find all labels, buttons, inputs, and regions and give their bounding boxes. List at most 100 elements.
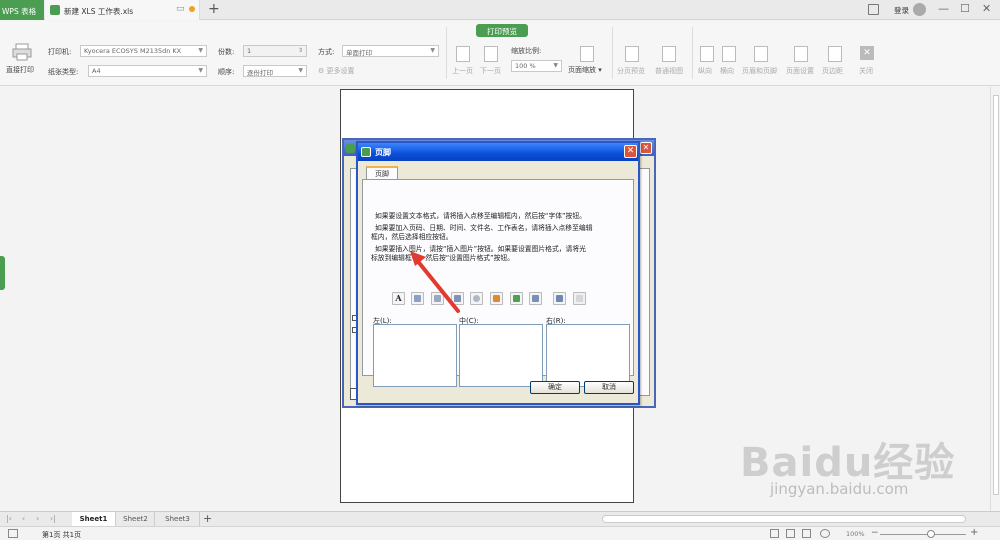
- footer-dialog: 页脚 ✕ 页脚 如果要设置文本格式，请将插入点移至编辑框内，然后按“字体”按钮。…: [356, 141, 640, 405]
- page-setup-label: 页面设置: [786, 67, 814, 75]
- unsaved-dot-icon: [189, 6, 195, 12]
- format-picture-button[interactable]: [573, 292, 586, 305]
- app-tab[interactable]: WPS 表格: [0, 0, 44, 20]
- eye-protect-icon[interactable]: [820, 529, 830, 538]
- printer-icon: [12, 43, 32, 61]
- sheet-tab-icon: [532, 295, 539, 302]
- insert-filename-button[interactable]: [510, 292, 523, 305]
- maximize-button[interactable]: ☐: [960, 2, 970, 15]
- scroll-thumb[interactable]: [993, 95, 999, 495]
- normal-view-icon[interactable]: [662, 46, 676, 62]
- window-tile-icon[interactable]: [868, 4, 879, 15]
- format-picture-icon: [576, 295, 583, 302]
- clock-icon: [473, 295, 480, 302]
- avatar[interactable]: [913, 3, 926, 16]
- horizontal-scrollbar[interactable]: [602, 515, 966, 523]
- print-preview-ribbon: 打印预览 直接打印 打印机: Kyocera ECOSYS M2135dn KX…: [0, 21, 1000, 86]
- document-title: 新建 XLS 工作表.xls: [64, 7, 134, 16]
- chevron-down-icon: ▼: [553, 62, 558, 69]
- ok-button[interactable]: 确定: [530, 381, 580, 394]
- more-settings-link[interactable]: ⚙ 更多设置: [318, 66, 355, 76]
- sheet-tab-bar: |‹ ‹ › ›| Sheet1 Sheet2 Sheet3 +: [0, 511, 1000, 526]
- scale-select[interactable]: 100 % ▼: [511, 60, 562, 72]
- insert-path-button[interactable]: [490, 292, 503, 305]
- page-setup-icon[interactable]: [794, 46, 808, 62]
- tab-footer[interactable]: 页脚: [366, 166, 398, 180]
- close-window-button[interactable]: ✕: [982, 2, 991, 15]
- vertical-scrollbar[interactable]: [990, 87, 1000, 511]
- login-link[interactable]: 登录: [894, 5, 909, 16]
- left-section-input[interactable]: [373, 324, 457, 387]
- monitor-icon[interactable]: ▭: [176, 4, 185, 14]
- new-tab-button[interactable]: +: [208, 1, 220, 17]
- macro-icon[interactable]: [8, 529, 18, 538]
- paper-type-label: 纸张类型:: [48, 68, 79, 76]
- cancel-button[interactable]: 取消: [584, 381, 634, 394]
- page-scale-icon[interactable]: [580, 46, 594, 62]
- landscape-label: 横向: [720, 67, 734, 75]
- red-arrow-annotation: [410, 251, 460, 313]
- page-layout-icon[interactable]: [786, 529, 795, 538]
- instruction-line: 框内，然后选择相应按钮。: [371, 233, 453, 241]
- prev-page-icon[interactable]: [456, 46, 470, 62]
- insert-time-button[interactable]: [470, 292, 483, 305]
- page-scale-label[interactable]: 页面缩放 ▾: [568, 65, 602, 75]
- first-sheet-icon[interactable]: |‹: [6, 514, 12, 523]
- right-section-input[interactable]: [546, 324, 630, 387]
- font-button[interactable]: A: [392, 292, 405, 305]
- insert-picture-button[interactable]: [553, 292, 566, 305]
- close-preview-label: 关闭: [859, 67, 873, 75]
- minimize-button[interactable]: —: [938, 2, 949, 15]
- zoom-slider[interactable]: [880, 534, 966, 535]
- normal-view-icon[interactable]: [770, 529, 779, 538]
- instruction-line: 如果要设置文本格式，请将插入点移至编辑框内，然后按“字体”按钮。: [375, 212, 586, 220]
- printer-select[interactable]: Kyocera ECOSYS M2135dn KX ▼: [80, 45, 207, 57]
- header-footer-icon[interactable]: [754, 46, 768, 62]
- last-sheet-icon[interactable]: ›|: [50, 514, 56, 523]
- method-select[interactable]: 单面打印 ▼: [342, 45, 439, 57]
- margins-icon[interactable]: [828, 46, 842, 62]
- add-sheet-button[interactable]: +: [203, 512, 212, 525]
- sheet-tab-2[interactable]: Sheet2: [117, 512, 155, 526]
- tab-bar: WPS 表格 新建 XLS 工作表.xls ▭ + 登录 — ☐ ✕: [0, 0, 1000, 20]
- page-break-preview-icon[interactable]: [625, 46, 639, 62]
- direct-print-label: 直接打印: [6, 66, 34, 74]
- chevron-down-icon: ▼: [298, 67, 303, 74]
- document-tab[interactable]: 新建 XLS 工作表.xls ▭: [45, 0, 200, 20]
- scale-label: 缩放比例:: [511, 47, 542, 55]
- next-page-icon[interactable]: [484, 46, 498, 62]
- status-bar: 第1页 共1页 100% − +: [0, 526, 1000, 540]
- close-icon[interactable]: ✕: [640, 142, 652, 154]
- insert-sheetname-button[interactable]: [529, 292, 542, 305]
- portrait-icon[interactable]: [700, 46, 714, 62]
- direct-print-button[interactable]: [12, 43, 32, 63]
- next-sheet-icon[interactable]: ›: [36, 514, 39, 523]
- sheet-tab-3[interactable]: Sheet3: [156, 512, 200, 526]
- close-preview-icon[interactable]: ✕: [860, 46, 874, 60]
- page-break-preview-label: 分页预览: [617, 67, 645, 75]
- paper-type-select[interactable]: A4 ▼: [88, 65, 207, 77]
- app-icon: [346, 144, 355, 153]
- sheet-tab-1[interactable]: Sheet1: [72, 512, 116, 526]
- copies-input[interactable]: 1 ⇕: [243, 45, 307, 57]
- app-icon: [361, 147, 371, 157]
- landscape-icon[interactable]: [722, 46, 736, 62]
- margins-label: 页边距: [822, 67, 843, 75]
- close-icon[interactable]: ✕: [624, 145, 637, 158]
- folder-icon: [493, 295, 500, 302]
- watermark-url: jingyan.baidu.com: [770, 480, 909, 498]
- side-panel-handle[interactable]: [0, 256, 5, 290]
- stepper-icon[interactable]: ⇕: [298, 47, 303, 54]
- chevron-down-icon: ▼: [198, 67, 203, 74]
- zoom-slider-handle[interactable]: [927, 530, 935, 538]
- zoom-in-icon[interactable]: +: [970, 527, 978, 538]
- chevron-down-icon: ▼: [430, 47, 435, 54]
- center-section-input[interactable]: [459, 324, 543, 387]
- order-select[interactable]: 逐份打印 ▼: [243, 65, 307, 77]
- dialog-title: 页脚: [375, 148, 391, 157]
- app-name: WPS 表格: [2, 7, 37, 16]
- prev-sheet-icon[interactable]: ‹: [22, 514, 25, 523]
- zoom-out-icon[interactable]: −: [871, 528, 879, 538]
- page-info: 第1页 共1页: [42, 531, 82, 539]
- page-break-icon[interactable]: [802, 529, 811, 538]
